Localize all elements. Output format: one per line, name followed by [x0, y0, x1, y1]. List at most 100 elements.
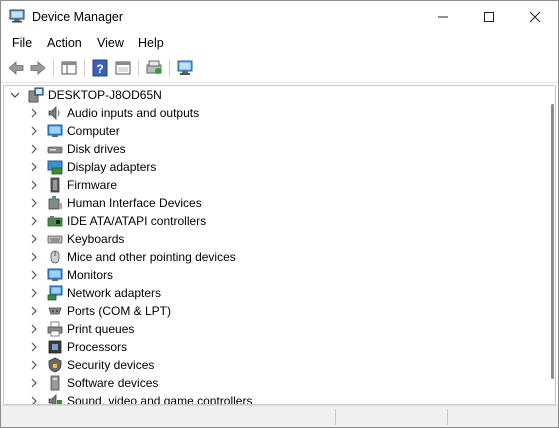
scan-hardware-changes-icon[interactable] — [176, 59, 194, 77]
tree-node[interactable]: Network adapters — [4, 284, 544, 302]
toolbar-separator — [169, 59, 170, 77]
tree-node[interactable]: Display adapters — [4, 158, 544, 176]
tree-node[interactable]: Processors — [4, 338, 544, 356]
show-hide-console-tree-icon[interactable] — [60, 59, 78, 77]
sound-controller-icon — [48, 394, 62, 404]
back-arrow-icon[interactable] — [7, 59, 25, 77]
tree-node-label: Security devices — [67, 358, 155, 372]
tree-node[interactable]: Monitors — [4, 266, 544, 284]
tree-node[interactable]: Print queues — [4, 320, 544, 338]
chevron-right-icon[interactable] — [29, 360, 39, 370]
chevron-right-icon[interactable] — [29, 378, 39, 388]
chevron-right-icon[interactable] — [29, 198, 39, 208]
menu-action[interactable]: Action — [47, 36, 82, 50]
status-bar-divider — [335, 409, 336, 425]
computer-icon — [47, 124, 63, 137]
window-title: Device Manager — [32, 10, 124, 24]
tree-root-node[interactable]: DESKTOP-J8OD65N — [4, 86, 544, 104]
chevron-right-icon[interactable] — [29, 216, 39, 226]
mouse-icon — [50, 250, 60, 264]
tree-node[interactable]: Keyboards — [4, 230, 544, 248]
minimize-button[interactable] — [420, 1, 466, 33]
chevron-right-icon[interactable] — [29, 162, 39, 172]
chevron-right-icon[interactable] — [29, 324, 39, 334]
vertical-scrollbar[interactable] — [551, 104, 554, 379]
tree-node-label: IDE ATA/ATAPI controllers — [67, 214, 207, 228]
tree-node-label: Print queues — [67, 322, 135, 336]
computer-icon — [28, 87, 44, 103]
chevron-down-icon[interactable] — [10, 90, 20, 100]
menu-bar: File Action View Help — [1, 33, 558, 54]
properties-icon[interactable] — [114, 59, 132, 77]
minimize-icon — [438, 16, 448, 18]
tree-node-label: Firmware — [67, 178, 117, 192]
monitor-icon — [47, 268, 63, 281]
speaker-icon — [48, 106, 60, 120]
tree-node[interactable]: Sound, video and game controllers — [4, 392, 544, 405]
chevron-right-icon[interactable] — [29, 252, 39, 262]
tree-node-label: Monitors — [67, 268, 114, 282]
device-tree[interactable]: DESKTOP-J8OD65N Audio inputs and outputs… — [3, 85, 556, 405]
chevron-right-icon[interactable] — [29, 342, 39, 352]
forward-arrow-icon[interactable] — [29, 59, 47, 77]
close-icon — [529, 11, 541, 23]
toolbar-separator — [53, 59, 54, 77]
tree-node-label: Disk drives — [67, 142, 126, 156]
printer-icon — [47, 321, 63, 337]
update-driver-icon[interactable] — [145, 59, 163, 77]
processor-icon — [48, 340, 62, 354]
tree-node-label: Sound, video and game controllers — [67, 394, 253, 405]
display-adapter-icon — [47, 160, 63, 175]
close-button[interactable] — [512, 1, 558, 33]
tree-node-label: Mice and other pointing devices — [67, 250, 236, 264]
chevron-right-icon[interactable] — [29, 234, 39, 244]
toolbar-separator — [84, 59, 85, 77]
port-icon — [48, 307, 62, 315]
tree-node[interactable]: Security devices — [4, 356, 544, 374]
menu-view[interactable]: View — [97, 36, 124, 50]
svg-text:?: ? — [96, 62, 103, 76]
chevron-right-icon[interactable] — [29, 270, 39, 280]
toolbar: ? — [1, 54, 558, 83]
software-device-icon — [50, 375, 60, 391]
tree-node[interactable]: Software devices — [4, 374, 544, 392]
chevron-right-icon[interactable] — [29, 288, 39, 298]
maximize-icon — [484, 12, 494, 22]
tree-node[interactable]: Ports (COM & LPT) — [4, 302, 544, 320]
tree-node-label: Keyboards — [67, 232, 125, 246]
ide-controller-icon — [47, 216, 63, 227]
hid-icon — [48, 196, 62, 210]
tree-node[interactable]: Computer — [4, 122, 544, 140]
tree-node[interactable]: Firmware — [4, 176, 544, 194]
chevron-right-icon[interactable] — [29, 144, 39, 154]
tree-root-label: DESKTOP-J8OD65N — [48, 88, 162, 102]
maximize-button[interactable] — [466, 1, 512, 33]
menu-file[interactable]: File — [12, 36, 32, 50]
chevron-right-icon[interactable] — [29, 126, 39, 136]
tree-node[interactable]: IDE ATA/ATAPI controllers — [4, 212, 544, 230]
tree-node-label: Network adapters — [67, 286, 162, 300]
chevron-right-icon[interactable] — [29, 306, 39, 316]
tree-node[interactable]: Disk drives — [4, 140, 544, 158]
tree-node-label: Software devices — [67, 376, 159, 390]
status-bar-divider — [447, 409, 448, 425]
tree-node-label: Audio inputs and outputs — [67, 106, 200, 120]
tree-node[interactable]: Mice and other pointing devices — [4, 248, 544, 266]
toolbar-separator — [138, 59, 139, 77]
tree-node-label: Human Interface Devices — [67, 196, 202, 210]
menu-help[interactable]: Help — [138, 36, 164, 50]
tree-node-label: Ports (COM & LPT) — [67, 304, 172, 318]
firmware-icon — [50, 177, 60, 193]
device-manager-window: Device Manager File Action View Help ? D… — [0, 0, 559, 428]
status-bar — [1, 405, 558, 427]
tree-node-label: Processors — [67, 340, 128, 354]
tree-node-label: Computer — [67, 124, 120, 138]
tree-node[interactable]: Audio inputs and outputs — [4, 104, 544, 122]
tree-node[interactable]: Human Interface Devices — [4, 194, 544, 212]
disk-drive-icon — [47, 146, 63, 154]
chevron-right-icon[interactable] — [29, 396, 39, 405]
keyboard-icon — [47, 235, 63, 244]
chevron-right-icon[interactable] — [29, 108, 39, 118]
help-icon[interactable]: ? — [91, 59, 109, 77]
chevron-right-icon[interactable] — [29, 180, 39, 190]
